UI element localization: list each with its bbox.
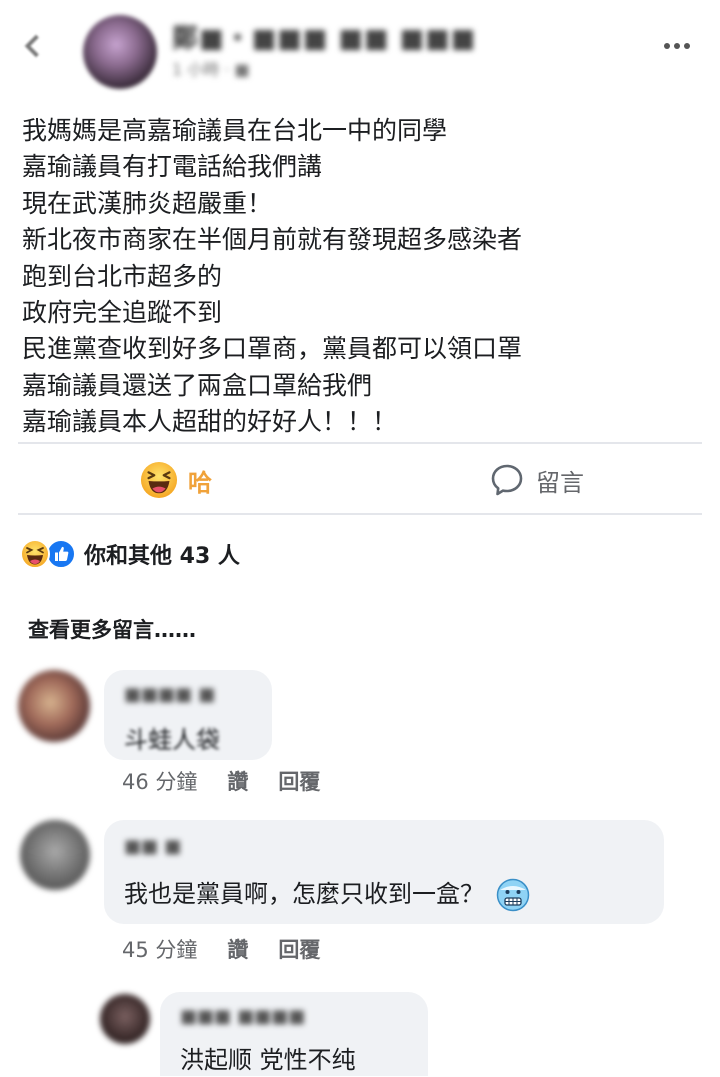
comment-icon [491, 464, 523, 496]
comment-text-line: 我也是黨員啊，怎麼只收到一盒？ [124, 874, 530, 912]
post-timestamp: 1 小時 · ■ [172, 60, 250, 79]
poster-name[interactable]: 鄭■・■■■ ■■ ■■■ [172, 18, 476, 55]
freezing-face-icon [496, 878, 529, 912]
post-text: 我媽媽是高嘉瑜議員在台北一中的同學 嘉瑜議員有打電話給我們講 現在武漢肺炎超嚴重… [22, 113, 702, 441]
divider [18, 442, 702, 444]
comment-like-button[interactable]: 讚 [227, 934, 248, 964]
comment-button[interactable]: 留言 [490, 458, 584, 502]
comment-text: 洪起顺 党性不纯 [180, 1046, 356, 1074]
post-line: 民進黨查收到好多口罩商，黨員都可以領口罩 [22, 334, 523, 364]
comment-bubble: ■■■ ■■■■ 洪起顺 党性不纯 [160, 992, 428, 1076]
comment-time: 46 分鐘 [122, 770, 198, 794]
haha-icon [20, 539, 50, 569]
haha-label: 哈 [188, 468, 212, 497]
post-line: 嘉瑜議員還送了兩盒口罩給我們 [22, 370, 373, 400]
comment-bubble: ■■ ■ 我也是黨員啊，怎麼只收到一盒？ [104, 820, 664, 924]
comment-label: 留言 [536, 468, 584, 497]
commenter-avatar[interactable] [100, 994, 150, 1044]
comment-bubble: ■■■■ ■ 斗蛙人袋 [104, 670, 272, 760]
haha-icon [140, 461, 178, 499]
view-more-comments-link[interactable]: 查看更多留言…… [28, 614, 196, 644]
back-arrow-icon[interactable] [22, 34, 50, 62]
post-line: 嘉瑜議員本人超甜的好好人！！！ [22, 407, 398, 437]
commenter-name[interactable]: ■■■■ ■ [124, 684, 215, 705]
post-header: 鄭■・■■■ ■■ ■■■ 1 小時 · ■ [0, 0, 720, 100]
comment-meta: 46 分鐘 讚 回覆 [122, 766, 320, 796]
divider [18, 513, 702, 515]
commenter-name[interactable]: ■■ ■ [124, 836, 181, 857]
commenter-avatar[interactable] [20, 820, 90, 890]
comment-reply-button[interactable]: 回覆 [278, 934, 320, 964]
commenter-name[interactable]: ■■■ ■■■■ [180, 1006, 305, 1027]
poster-avatar[interactable] [83, 15, 157, 89]
post-line: 我媽媽是高嘉瑜議員在台北一中的同學 [22, 116, 448, 145]
post-line: 跑到台北市超多的 [22, 261, 223, 291]
comment-text: 我也是黨員啊，怎麼只收到一盒？ [124, 880, 484, 908]
comment-text: 斗蛙人袋 [124, 726, 220, 754]
post-line: 現在武漢肺炎超嚴重！ [22, 188, 273, 218]
more-options-icon[interactable] [664, 36, 696, 56]
comment-meta: 45 分鐘 讚 回覆 [122, 934, 320, 964]
like-icon [46, 539, 76, 569]
reactions-count: 你和其他 43 人 [84, 544, 240, 569]
haha-reaction-button[interactable]: 哈 [140, 458, 212, 502]
comment-like-button[interactable]: 讚 [227, 766, 248, 796]
post-line: 政府完全追蹤不到 [22, 298, 223, 328]
reactions-summary[interactable]: 你和其他 43 人 [20, 534, 240, 574]
comment-reply-button[interactable]: 回覆 [278, 766, 320, 796]
comment-time: 45 分鐘 [122, 938, 198, 962]
commenter-avatar[interactable] [18, 670, 90, 742]
post-line: 新北夜市商家在半個月前就有發現超多感染者 [22, 225, 523, 255]
post-line: 嘉瑜議員有打電話給我們講 [22, 152, 323, 182]
